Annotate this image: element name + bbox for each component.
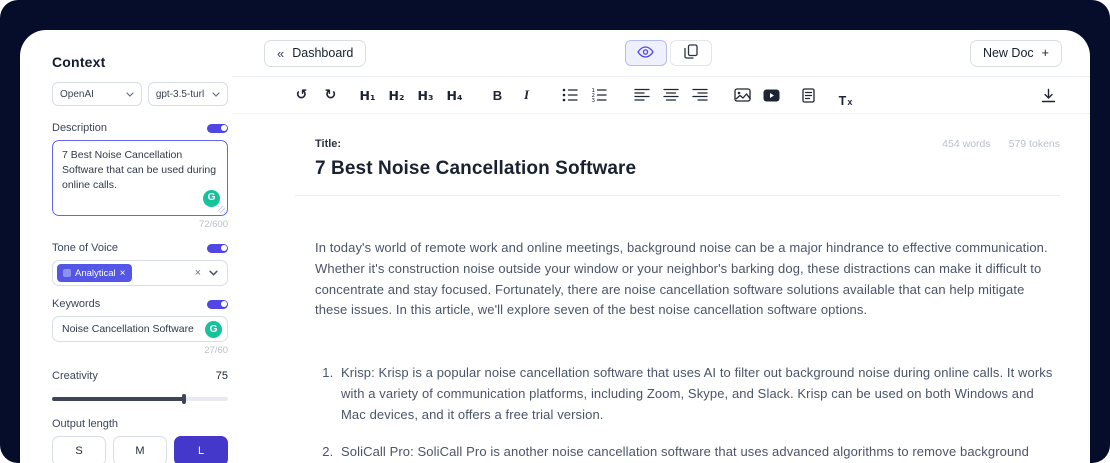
keywords-counter: 27/60 — [52, 345, 228, 356]
heading-1-button[interactable]: H₁ — [354, 82, 381, 108]
document-counts: 454 words 579 tokens — [942, 138, 1060, 150]
align-left-icon[interactable] — [628, 82, 655, 108]
description-label: Description — [52, 122, 107, 134]
model-select[interactable]: gpt-3.5-turl — [148, 82, 228, 106]
description-toggle[interactable] — [207, 124, 228, 133]
tone-toggle[interactable] — [207, 244, 228, 253]
creativity-value: 75 — [216, 370, 228, 382]
tone-tag-icon — [63, 269, 71, 277]
keywords-header: Keywords — [52, 298, 228, 310]
chevron-down-icon — [212, 89, 220, 100]
description-counter: 72/600 — [52, 219, 228, 230]
model-select-value: gpt-3.5-turl — [156, 89, 204, 100]
list-item: Krisp: Krisp is a popular noise cancella… — [337, 363, 1055, 425]
tone-tag-label: Analytical — [75, 268, 116, 279]
description-textarea[interactable]: 7 Best Noise Cancellation Software that … — [52, 140, 228, 216]
keywords-toggle[interactable] — [207, 300, 228, 309]
keywords-value: Noise Cancellation Software — [62, 323, 194, 335]
keywords-input[interactable]: Noise Cancellation Software G — [52, 316, 228, 342]
document-title[interactable]: 7 Best Noise Cancellation Software — [295, 158, 1060, 180]
provider-select-value: OpenAI — [60, 89, 94, 100]
new-doc-button-label: New Doc — [983, 46, 1034, 60]
preview-eye-button[interactable] — [625, 40, 667, 66]
clear-format-icon[interactable]: Tx — [832, 82, 859, 108]
context-sidebar: Context OpenAI gpt-3.5-turl Description … — [20, 30, 232, 463]
creativity-label: Creativity — [52, 370, 98, 382]
tone-tag: Analytical × — [57, 264, 132, 282]
document-body[interactable]: In today's world of remote work and onli… — [295, 238, 1060, 463]
grammarly-icon[interactable]: G — [203, 190, 220, 207]
output-length-label: Output length — [52, 418, 228, 430]
chevron-down-icon[interactable] — [209, 267, 218, 279]
chevron-down-icon — [126, 89, 134, 100]
view-mode-group — [625, 40, 712, 66]
redo-icon[interactable]: ↻ — [317, 82, 344, 108]
download-icon[interactable] — [1035, 82, 1062, 108]
dashboard-button[interactable]: « Dashboard — [264, 40, 366, 67]
heading-2-button[interactable]: H₂ — [383, 82, 410, 108]
heading-4-button[interactable]: H₄ — [441, 82, 468, 108]
clear-format-t: T — [839, 94, 847, 108]
dashboard-button-label: Dashboard — [292, 46, 353, 60]
creativity-slider[interactable] — [52, 394, 228, 404]
sidebar-title: Context — [52, 54, 228, 70]
bold-button[interactable]: B — [484, 82, 511, 108]
youtube-icon[interactable] — [758, 82, 785, 108]
app-window: Context OpenAI gpt-3.5-turl Description … — [20, 30, 1090, 463]
grammarly-icon[interactable]: G — [205, 321, 222, 338]
token-count: 579 tokens — [1009, 138, 1060, 150]
undo-icon[interactable]: ↺ — [288, 82, 315, 108]
slider-thumb[interactable] — [182, 394, 186, 404]
output-length-options: S M L — [52, 436, 228, 463]
document-header: Title: 454 words 579 tokens — [295, 138, 1060, 150]
output-length-m-button[interactable]: M — [113, 436, 167, 463]
svg-text:3: 3 — [591, 98, 595, 102]
creativity-header: Creativity 75 — [52, 370, 228, 382]
tone-tag-remove-icon[interactable]: × — [120, 268, 126, 279]
title-label: Title: — [315, 138, 341, 150]
heading-3-button[interactable]: H₃ — [412, 82, 439, 108]
resize-grip-icon[interactable] — [218, 206, 225, 213]
copy-button[interactable] — [670, 40, 712, 66]
output-length-s-button[interactable]: S — [52, 436, 106, 463]
title-divider — [295, 195, 1060, 196]
new-doc-button[interactable]: New Doc + — [970, 40, 1062, 67]
eye-icon — [637, 46, 654, 61]
image-icon[interactable] — [729, 82, 756, 108]
copy-icon — [684, 44, 698, 62]
word-count: 454 words — [942, 138, 990, 150]
formatting-toolbar: ↺ ↻ H₁ H₂ H₃ H₄ B I 123 — [232, 77, 1090, 114]
keywords-label: Keywords — [52, 298, 100, 310]
document-editor: Title: 454 words 579 tokens 7 Best Noise… — [232, 114, 1090, 463]
slider-fill — [52, 397, 184, 401]
plus-icon: + — [1042, 46, 1049, 60]
provider-select[interactable]: OpenAI — [52, 82, 142, 106]
model-selects-row: OpenAI gpt-3.5-turl — [52, 82, 228, 106]
italic-button[interactable]: I — [513, 82, 540, 108]
description-header: Description — [52, 122, 228, 134]
intro-paragraph: In today's world of remote work and onli… — [315, 238, 1055, 321]
software-list: Krisp: Krisp is a popular noise cancella… — [315, 363, 1055, 463]
align-right-icon[interactable] — [686, 82, 713, 108]
tone-header: Tone of Voice — [52, 242, 228, 254]
ordered-list-icon[interactable]: 123 — [585, 82, 612, 108]
tone-clear-icon[interactable]: × — [195, 267, 201, 279]
clear-format-x: x — [847, 97, 852, 108]
output-length-l-button[interactable]: L — [174, 436, 228, 463]
description-text: 7 Best Noise Cancellation Software that … — [62, 149, 216, 191]
align-center-icon[interactable] — [657, 82, 684, 108]
bullet-list-icon[interactable] — [556, 82, 583, 108]
tone-controls: × — [195, 267, 218, 279]
tone-multiselect[interactable]: Analytical × × — [52, 260, 228, 286]
tone-label: Tone of Voice — [52, 242, 118, 254]
list-item: SoliCall Pro: SoliCall Pro is another no… — [337, 442, 1055, 463]
notes-icon[interactable] — [795, 82, 822, 108]
back-chevrons-icon: « — [277, 46, 284, 61]
main-area: « Dashboard New Doc + — [232, 30, 1090, 463]
top-toolbar: « Dashboard New Doc + — [232, 30, 1090, 77]
